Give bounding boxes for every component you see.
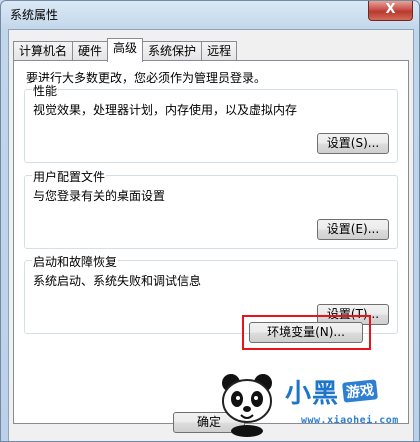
environment-variables-button[interactable]: 环境变量(N)... — [249, 322, 363, 343]
watermark-url: www.xiaohei.com — [301, 415, 399, 426]
watermark: 小黑 游戏 www.xiaohei.com — [213, 367, 413, 437]
user-profiles-group: 用户配置文件 与您登录有关的桌面设置 设置(E)... — [24, 168, 398, 249]
startup-recovery-legend: 启动和故障恢复 — [32, 253, 119, 270]
user-profiles-description: 与您登录有关的桌面设置 — [33, 189, 166, 203]
tab-remote[interactable]: 远程 — [201, 41, 238, 61]
tab-system-protection[interactable]: 系统保护 — [142, 41, 203, 61]
user-profiles-legend: 用户配置文件 — [32, 168, 107, 185]
tab-hardware[interactable]: 硬件 — [72, 41, 109, 61]
tab-computer-name[interactable]: 计算机名 — [13, 41, 74, 61]
system-properties-window: 系统属性 X 计算机名 硬件 高级 系统保护 远程 要进行大多数更改，您必须作为… — [0, 0, 420, 442]
watermark-brand: 小黑 — [285, 379, 340, 409]
performance-settings-button[interactable]: 设置(S)... — [317, 133, 389, 154]
admin-notice: 要进行大多数更改，您必须作为管理员登录。 — [26, 71, 267, 85]
watermark-tag: 游戏 — [342, 379, 378, 403]
panda-mascot-icon — [222, 374, 272, 437]
close-button[interactable]: X — [368, 1, 413, 21]
tab-advanced[interactable]: 高级 — [107, 38, 144, 62]
window-title: 系统属性 — [10, 8, 59, 22]
performance-legend: 性能 — [32, 82, 59, 99]
startup-recovery-description: 系统启动、系统失败和调试信息 — [33, 274, 202, 288]
performance-description: 视觉效果，处理器计划，内存使用，以及虚拟内存 — [33, 103, 298, 117]
performance-group: 性能 视觉效果，处理器计划，内存使用，以及虚拟内存 设置(S)... — [24, 82, 398, 163]
tab-bar: 计算机名 硬件 高级 系统保护 远程 — [13, 38, 238, 62]
user-profiles-settings-button[interactable]: 设置(E)... — [317, 219, 389, 240]
